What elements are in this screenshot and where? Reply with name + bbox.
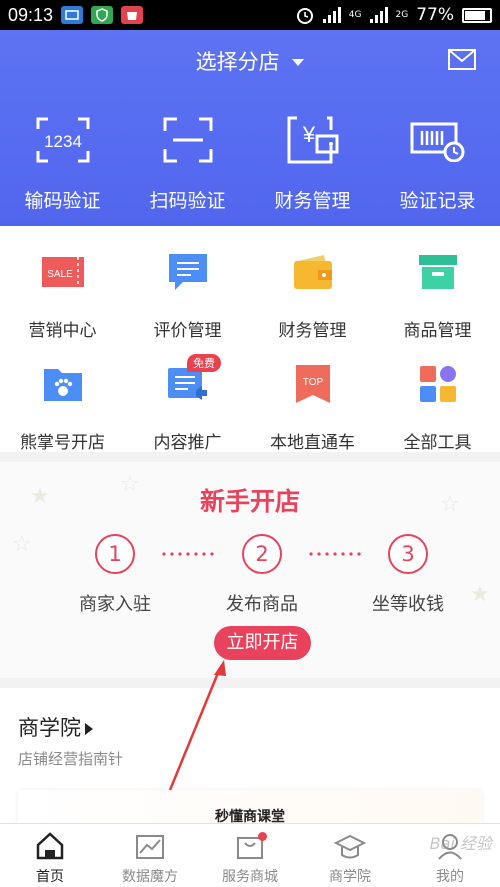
business-school-title: 商学院 [18,716,81,740]
network-type-top: 4G [348,9,362,20]
open-store-button[interactable]: 立即开店 [214,626,311,660]
decor-star-icon: ☆ [12,532,32,557]
tool-label: 商品管理 [403,321,472,341]
shield-app-icon [91,6,114,24]
play-arrow-icon [85,723,93,735]
business-school-subtitle: 店铺经营指南针 [18,750,124,768]
tool-bear-paw-store[interactable]: 熊掌号开店 [0,364,125,453]
tools-row-2: 熊掌号开店 免费 内容推广 TOP 本地直通车 全部工具 [0,354,500,453]
svg-text:1234: 1234 [44,132,82,151]
tool-label: 本地直通车 [270,433,355,453]
comment-icon [168,254,207,290]
tool-label: 财务管理 [278,321,347,341]
step-2: 2 发布商品 [202,534,322,616]
quick-action-label: 输码验证 [24,190,101,212]
sale-ticket-icon: SALE [41,257,84,287]
signal-icon [322,7,341,23]
tab-label: 商学院 [329,869,371,885]
new-store-guide: ★ ☆ ☆ ★ ☆ 新手开店 1 商家入驻 2 发布商品 3 坐等收钱 立即开店 [0,462,500,678]
step-1: 1 商家入驻 [55,534,175,616]
step-label: 坐等收钱 [372,594,444,615]
paw-folder-icon [43,369,82,401]
signal-icon-2 [369,7,388,23]
quick-actions: 1234 输码验证 扫码验证 ¥ 财务管理 验证记录 [0,114,500,213]
tab-label: 服务商城 [222,869,278,885]
finance-icon: ¥ [287,116,338,164]
status-time: 09:13 [8,4,54,25]
step-label: 发布商品 [226,594,298,615]
tab-label: 首页 [36,869,64,885]
wallet-icon [293,255,332,289]
mail-icon[interactable] [448,49,476,70]
quick-action-verify-record[interactable]: 验证记录 [375,114,500,213]
battery-percent: 77% [416,5,454,25]
store-select-dropdown[interactable]: 选择分店 [0,46,500,76]
tool-label: 全部工具 [403,433,472,453]
tool-label: 评价管理 [153,321,222,341]
step-number: 3 [388,534,428,574]
battery-icon [462,7,492,23]
tool-all-tools[interactable]: 全部工具 [375,364,500,453]
tool-content-promotion[interactable]: 免费 内容推广 [125,354,250,453]
home-icon [36,832,64,860]
scan-icon [163,117,212,163]
quick-action-label: 扫码验证 [149,190,226,212]
box-icon [418,255,457,289]
message-app-icon [61,6,84,24]
top-bookmark-icon: TOP [295,365,330,403]
tools-grid: SALE 营销中心 评价管理 财务管理 商品管理 熊掌号开店 免费 内容推广 T… [0,226,500,453]
step-3: 3 坐等收钱 [348,534,468,616]
tool-review-management[interactable]: 评价管理 [125,252,250,341]
free-badge: 免费 [187,354,221,372]
tools-row-1: SALE 营销中心 评价管理 财务管理 商品管理 [0,252,500,341]
tab-label: 数据魔方 [122,869,178,885]
decor-star-icon: ★ [470,582,490,607]
record-icon [410,122,464,162]
tool-label: 熊掌号开店 [20,433,105,453]
tool-local-express[interactable]: TOP 本地直通车 [250,364,375,453]
notification-dot [258,832,267,841]
status-bar: 09:13 4G 2G 77% [0,0,500,30]
header: 选择分店 1234 输码验证 扫码验证 ¥ 财务管理 验证记录 [0,30,500,226]
tool-product-management[interactable]: 商品管理 [375,252,500,341]
tab-data-cube[interactable]: 数据魔方 [100,824,200,887]
chart-icon [136,835,164,859]
quick-action-label: 验证记录 [399,190,476,212]
keypad-code-icon: 1234 [36,117,89,163]
quick-action-scan-verify[interactable]: 扫码验证 [125,114,250,213]
graduation-cap-icon [334,834,366,859]
network-type-bottom: 2G [395,9,409,20]
quick-action-code-verify[interactable]: 1234 输码验证 [0,114,125,213]
step-label: 商家入驻 [79,594,151,615]
shop-app-icon [121,6,144,24]
svg-text:¥: ¥ [301,122,315,147]
new-store-title: 新手开店 [199,487,300,516]
svg-text:TOP: TOP [302,377,323,388]
tool-marketing-center[interactable]: SALE 营销中心 [0,252,125,341]
tool-finance-management[interactable]: 财务管理 [250,252,375,341]
tool-label: 内容推广 [153,433,222,453]
watermark: Bai 经验 [429,834,492,853]
tab-business-school[interactable]: 商学院 [300,824,400,887]
step-number: 1 [95,534,135,574]
all-tools-icon [419,366,456,402]
business-school-link[interactable]: 商学院 [18,712,93,742]
tab-label: 我的 [436,869,464,885]
store-select-label: 选择分店 [195,50,280,74]
step-number: 2 [242,534,282,574]
quick-action-label: 财务管理 [274,190,351,212]
tool-label: 营销中心 [28,321,97,341]
caret-down-icon [292,59,305,66]
tab-service-mall[interactable]: 服务商城 [200,824,300,887]
bottom-tab-bar: 首页 数据魔方 服务商城 商学院 我的 [0,823,500,887]
alarm-icon [296,8,313,24]
svg-text:SALE: SALE [47,269,73,280]
quick-action-finance[interactable]: ¥ 财务管理 [250,114,375,213]
tab-home[interactable]: 首页 [0,824,100,887]
business-school-section: 商学院 店铺经营指南针 秒懂商课堂 [0,688,500,830]
